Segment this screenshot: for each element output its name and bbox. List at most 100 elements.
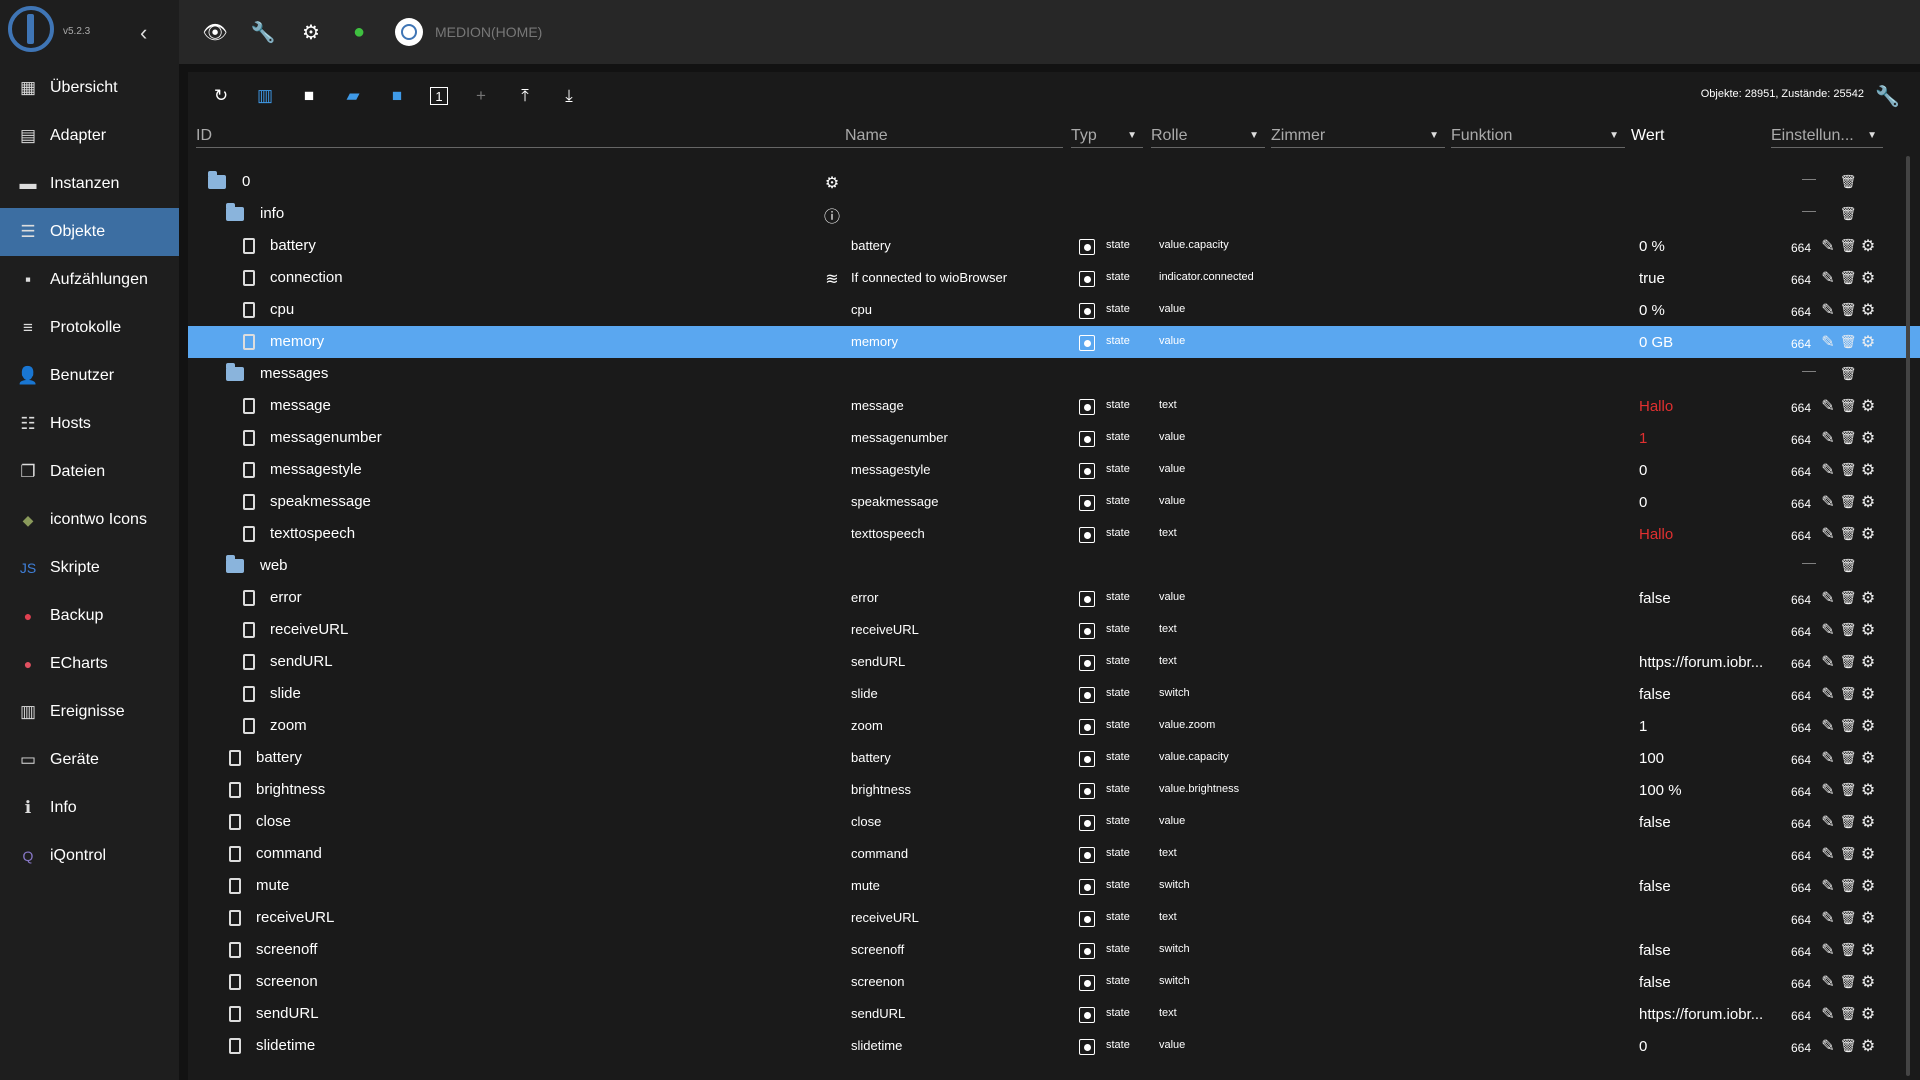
table-row[interactable]: info ⓘ — 🗑 [188,198,1920,230]
settings-gear-icon[interactable]: ⚙ [1859,845,1877,863]
column-zimmer[interactable]: Zimmer ▼ [1271,124,1445,148]
upload-icon[interactable]: ⤒ [514,85,536,107]
delete-icon[interactable]: 🗑 [1839,653,1857,671]
sidebar-item-16[interactable]: QiQontrol [0,832,179,880]
row-value[interactable]: 0 [1639,494,1647,511]
edit-icon[interactable]: ✎ [1819,653,1837,671]
edit-icon[interactable]: ✎ [1819,237,1837,255]
columns-icon[interactable]: ▥ [254,85,276,107]
sidebar-item-8[interactable]: ❐ Dateien [0,448,179,496]
settings-gear-icon[interactable]: ⚙ [1859,333,1877,351]
sidebar-item-10[interactable]: JS Skripte [0,544,179,592]
delete-icon[interactable]: 🗑 [1839,589,1857,607]
delete-icon[interactable]: 🗑 [1839,749,1857,767]
delete-icon[interactable]: 🗑 [1839,845,1857,863]
column-name[interactable]: Name [845,124,1063,148]
edit-icon[interactable]: ✎ [1819,493,1837,511]
delete-icon[interactable]: 🗑 [1839,685,1857,703]
settings-gear-icon[interactable]: ⚙ [1859,749,1877,767]
delete-icon[interactable]: 🗑 [1839,973,1857,991]
row-value[interactable]: 100 [1639,750,1664,767]
row-value[interactable]: false [1639,814,1671,831]
row-value[interactable]: 1 [1639,718,1647,735]
delete-icon[interactable]: 🗑 [1839,1005,1857,1023]
delete-icon[interactable]: 🗑 [1839,269,1857,287]
sidebar-item-2[interactable]: ▬ Instanzen [0,160,179,208]
settings-gear-icon[interactable]: ⚙ [1859,429,1877,447]
sidebar-item-1[interactable]: ▤ Adapter [0,112,179,160]
edit-icon[interactable]: ✎ [1819,973,1837,991]
edit-icon[interactable]: ✎ [1819,589,1837,607]
folder-open-icon[interactable] [226,363,244,384]
column-funktion[interactable]: Funktion ▼ [1451,124,1625,148]
sidebar-item-7[interactable]: ☷ Hosts [0,400,179,448]
sidebar-item-6[interactable]: 👤 Benutzer [0,352,179,400]
table-row[interactable]: screenoff screenoff state switch false 664 ✎ 🗑 ⚙ [188,934,1920,966]
delete-icon[interactable]: 🗑 [1839,365,1857,383]
settings-gear-icon[interactable]: ⚙ [1859,685,1877,703]
column-rolle[interactable]: Rolle ▼ [1151,124,1265,148]
wrench-icon[interactable]: 🔧 [251,20,276,44]
table-row[interactable]: mute mute state switch false 664 ✎ 🗑 ⚙ [188,870,1920,902]
delete-icon[interactable]: 🗑 [1839,781,1857,799]
delete-icon[interactable]: 🗑 [1839,205,1857,223]
add-icon[interactable]: + [470,85,492,107]
folder-collapse-icon[interactable]: ■ [386,85,408,107]
table-row[interactable]: messagestyle messagestyle state value 0 664 ✎ 🗑… [188,454,1920,486]
table-row[interactable]: 0 ⚙ — 🗑 [188,166,1920,198]
edit-icon[interactable]: ✎ [1819,781,1837,799]
edit-icon[interactable]: ✎ [1819,269,1837,287]
delete-icon[interactable]: 🗑 [1839,237,1857,255]
sidebar-item-13[interactable]: ▥ Ereignisse [0,688,179,736]
table-row[interactable]: slide slide state switch false 664 ✎ 🗑 ⚙ [188,678,1920,710]
settings-gear-icon[interactable]: ⚙ [1859,525,1877,543]
table-row[interactable]: zoom zoom state value.zoom 1 664 ✎ 🗑 ⚙ [188,710,1920,742]
row-value[interactable]: 100 % [1639,782,1682,799]
row-value[interactable]: Hallo [1639,526,1673,543]
settings-gear-icon[interactable]: ⚙ [1859,781,1877,799]
edit-icon[interactable]: ✎ [1819,909,1837,927]
table-row[interactable]: speakmessage speakmessage state value 0 664 ✎ 🗑… [188,486,1920,518]
delete-icon[interactable]: 🗑 [1839,1037,1857,1055]
edit-icon[interactable]: ✎ [1819,397,1837,415]
row-value[interactable]: https://forum.iobr... [1639,1006,1763,1023]
row-value[interactable]: Hallo [1639,398,1673,415]
settings-gear-icon[interactable]: ⚙ [1859,589,1877,607]
sidebar-item-0[interactable]: ▦ Übersicht [0,64,179,112]
table-row[interactable]: web — 🗑 [188,550,1920,582]
edit-icon[interactable]: ✎ [1819,1005,1837,1023]
table-row[interactable]: sendURL sendURL state text https://forum.iob… [188,646,1920,678]
column-id[interactable]: ID [196,124,851,148]
settings-gear-icon[interactable]: ⚙ [1859,493,1877,511]
edit-icon[interactable]: ✎ [1819,525,1837,543]
edit-icon[interactable]: ✎ [1819,621,1837,639]
settings-gear-icon[interactable]: ⚙ [1859,717,1877,735]
row-value[interactable]: false [1639,942,1671,959]
edit-icon[interactable]: ✎ [1819,1037,1837,1055]
chevron-left-icon[interactable]: ‹ [140,20,147,46]
settings-gear-icon[interactable]: ⚙ [1859,653,1877,671]
row-value[interactable]: 0 % [1639,238,1665,255]
level-one-icon[interactable]: 1 [430,87,448,105]
table-row[interactable]: battery battery state value.capacity 100 664 ✎… [188,742,1920,774]
table-row[interactable]: texttospeech texttospeech state text Hallo 66… [188,518,1920,550]
delete-icon[interactable]: 🗑 [1839,621,1857,639]
edit-icon[interactable]: ✎ [1819,717,1837,735]
delete-icon[interactable]: 🗑 [1839,493,1857,511]
row-value[interactable]: false [1639,878,1671,895]
edit-icon[interactable]: ✎ [1819,941,1837,959]
settings-gear-icon[interactable]: ⚙ [1859,909,1877,927]
settings-gear-icon[interactable]: ⚙ [1859,269,1877,287]
table-row[interactable]: screenon screenon state switch false 664 ✎ 🗑 ⚙ [188,966,1920,998]
settings-gear-icon[interactable]: ⚙ [1859,461,1877,479]
row-value[interactable]: false [1639,974,1671,991]
row-value[interactable]: https://forum.iobr... [1639,654,1763,671]
sidebar-item-12[interactable]: ● ECharts [0,640,179,688]
table-row[interactable]: cpu cpu state value 0 % 664 ✎ 🗑 ⚙ [188,294,1920,326]
sidebar-item-11[interactable]: ● Backup [0,592,179,640]
wrench-settings-icon[interactable]: 🔧 [1875,84,1900,109]
table-row[interactable]: command command state text 664 ✎ 🗑 ⚙ [188,838,1920,870]
delete-icon[interactable]: 🗑 [1839,173,1857,191]
edit-icon[interactable]: ✎ [1819,461,1837,479]
table-row[interactable]: receiveURL receiveURL state text 664 ✎ 🗑 ⚙ [188,902,1920,934]
